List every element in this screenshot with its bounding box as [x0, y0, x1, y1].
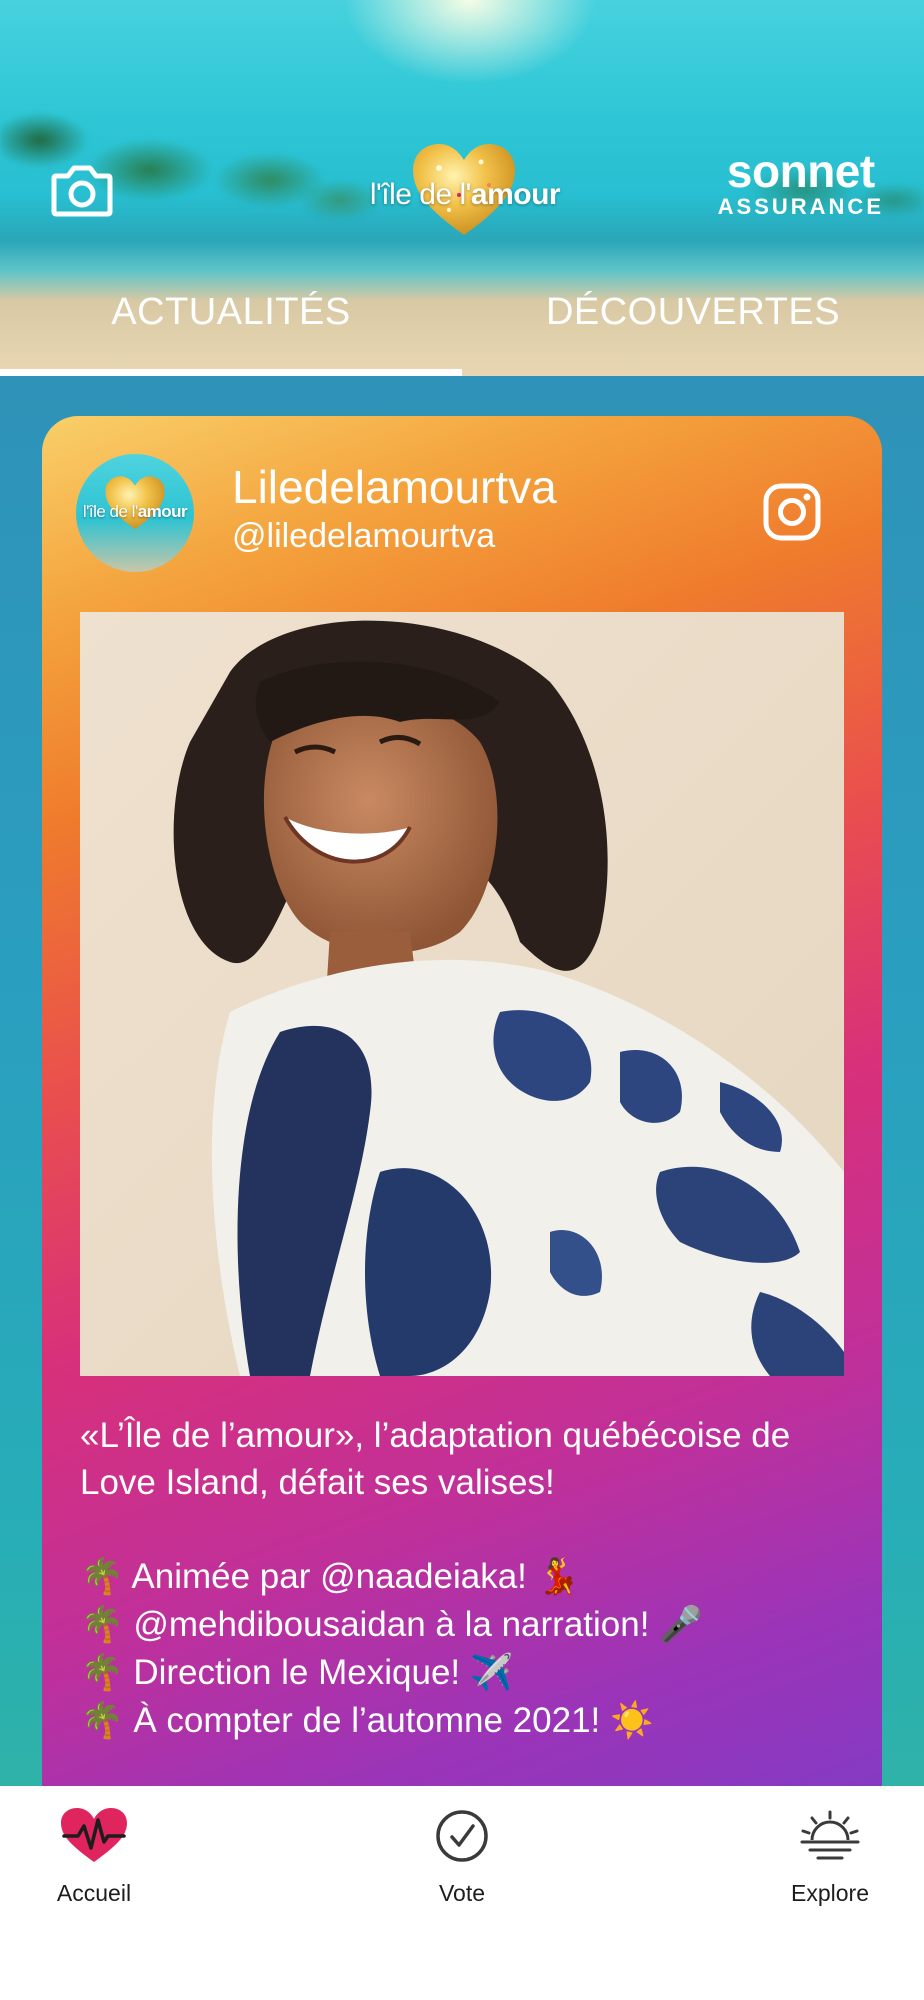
airplane-icon: ✈️ [469, 1653, 514, 1693]
heart-pulse-icon [61, 1808, 127, 1862]
tab-actualites-label: ACTUALITÉS [111, 291, 351, 333]
caption-bullet: 🌴 Direction le Mexique! ✈️ [80, 1653, 514, 1693]
sponsor-subtitle: ASSURANCE [717, 194, 884, 219]
caption-bullet: 🌴 @mehdibousaidan à la narration! 🎤 [80, 1605, 703, 1645]
nav-label-vote: Vote [438, 1880, 486, 1906]
check-circle-icon [436, 1810, 488, 1862]
nav-item-vote[interactable]: Vote [382, 1806, 542, 1926]
palm-tree-icon: 🌴 [80, 1701, 124, 1741]
palm-tree-icon: 🌴 [80, 1605, 124, 1645]
camera-icon [51, 165, 113, 217]
nav-label-accueil: Accueil [56, 1880, 132, 1906]
caption-line: Love Island, défait ses valises! [80, 1463, 555, 1502]
tab-decouvertes[interactable]: DÉCOUVERTES [462, 282, 924, 376]
account-handle[interactable]: @liledelamourtva [232, 516, 495, 556]
app-screen: l'île de l'amour sonnet ASSURANCE ACTUAL… [0, 0, 924, 2000]
sun-icon: ☀️ [610, 1701, 654, 1741]
avatar-logo-text: l'île de l'amour [82, 502, 188, 521]
palm-tree-icon: 🌴 [80, 1557, 124, 1597]
post-caption: «L’Île de l’amour», l’adaptation québéco… [80, 1412, 860, 1745]
woman-portrait-photo [80, 612, 844, 1376]
bottom-navigation: Accueil Vote Explore [0, 1786, 924, 2000]
tab-actualites[interactable]: ACTUALITÉS [0, 282, 462, 376]
caption-bullet: 🌴 Animée par @naadeiaka! 💃 [80, 1557, 581, 1597]
tab-bar: ACTUALITÉS DÉCOUVERTES [0, 282, 924, 376]
camera-button[interactable] [50, 162, 114, 218]
post-photo[interactable] [80, 612, 844, 1376]
logo-text: l'île de l'amour [369, 178, 561, 211]
caption-bullet: 🌴 À compter de l’automne 2021! ☀️ [80, 1701, 654, 1741]
caption-line: «L’Île de l’amour», l’adaptation québéco… [80, 1416, 791, 1455]
nav-label-explore: Explore [791, 1880, 869, 1906]
tab-decouvertes-label: DÉCOUVERTES [545, 291, 841, 333]
microphone-icon: 🎤 [659, 1605, 703, 1645]
nav-item-explore[interactable]: Explore [750, 1806, 910, 1926]
avatar[interactable]: l'île de l'amour [76, 454, 194, 572]
header: l'île de l'amour sonnet ASSURANCE ACTUAL… [0, 0, 924, 376]
sponsor-logo[interactable]: sonnet ASSURANCE [718, 148, 884, 220]
sponsor-name: sonnet [726, 145, 875, 197]
active-tab-indicator [0, 369, 462, 376]
dancer-icon: 💃 [536, 1557, 581, 1597]
palm-tree-icon: 🌴 [80, 1653, 124, 1693]
sunset-icon [800, 1810, 860, 1860]
nav-item-accueil[interactable]: Accueil [14, 1806, 174, 1926]
show-logo: l'île de l'amour [365, 140, 565, 240]
instagram-icon[interactable] [762, 482, 822, 542]
instagram-post-card[interactable]: l'île de l'amour Liledelamourtva @lilede… [42, 416, 882, 1786]
account-name[interactable]: Liledelamourtva [232, 460, 557, 514]
news-feed[interactable]: l'île de l'amour Liledelamourtva @lilede… [0, 376, 924, 1786]
